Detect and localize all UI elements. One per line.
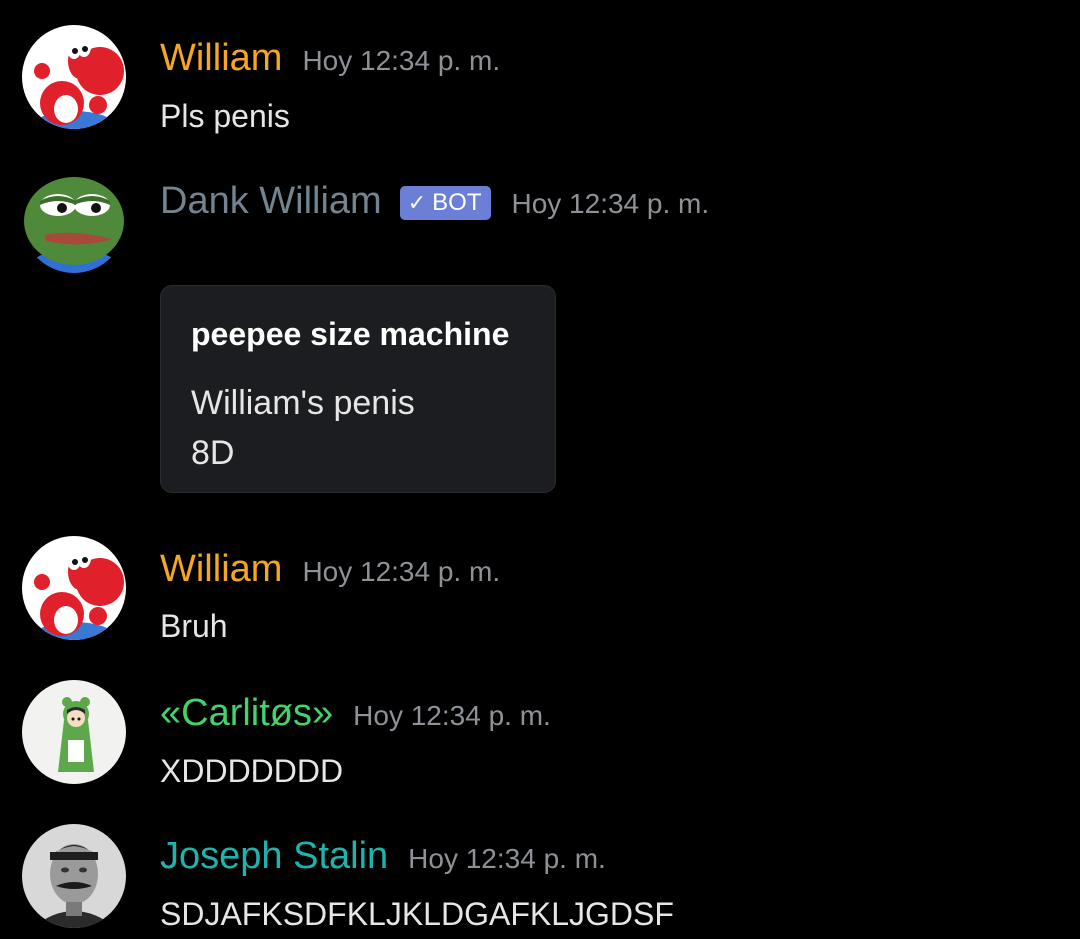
timestamp: Hoy 12:34 p. m. [302, 556, 501, 587]
bot-badge: ✓ BOT [399, 186, 492, 220]
red-yoshi-avatar[interactable] [22, 25, 126, 129]
frog-hoodie-avatar[interactable] [22, 680, 126, 784]
timestamp: Hoy 12:34 p. m. [511, 188, 710, 219]
timestamp: Hoy 12:34 p. m. [353, 700, 551, 731]
username[interactable]: Joseph Stalin [160, 834, 388, 878]
message-text: SDJAFKSDFKLJKLDGAFKLJGDSF [160, 896, 674, 932]
timestamp: Hoy 12:34 p. m. [408, 843, 606, 874]
timestamp: Hoy 12:34 p. m. [302, 45, 501, 76]
embed-description: William's penis 8D [191, 378, 415, 478]
username[interactable]: «Carlitøs» [160, 691, 333, 735]
bot-embed: peepee size machine William's penis 8D [160, 285, 556, 493]
check-icon: ✓ [407, 190, 427, 215]
username[interactable]: William [160, 547, 282, 591]
message-header: «Carlitøs» Hoy 12:34 p. m. [160, 691, 551, 735]
username[interactable]: Dank William [160, 179, 382, 223]
message-text: XDDDDDDD [160, 753, 344, 789]
message-header: William Hoy 12:34 p. m. [160, 36, 500, 80]
username[interactable]: William [160, 36, 282, 80]
message-text: Pls penis [160, 98, 290, 134]
message-text: Bruh [160, 608, 228, 644]
pepe-avatar[interactable] [22, 169, 126, 273]
message-header: Joseph Stalin Hoy 12:34 p. m. [160, 834, 606, 878]
chat-message-list: William Hoy 12:34 p. m. Pls penis Dank W… [0, 0, 1080, 939]
message-header: William Hoy 12:34 p. m. [160, 547, 500, 591]
bot-badge-label: BOT [432, 189, 482, 216]
stalin-portrait-avatar[interactable] [22, 824, 126, 928]
embed-title: peepee size machine [191, 316, 510, 352]
embed-line: William's penis [191, 384, 415, 422]
embed-line: 8D [191, 434, 235, 472]
red-yoshi-avatar[interactable] [22, 536, 126, 640]
message-header: Dank William ✓ BOT Hoy 12:34 p. m. [160, 179, 709, 223]
